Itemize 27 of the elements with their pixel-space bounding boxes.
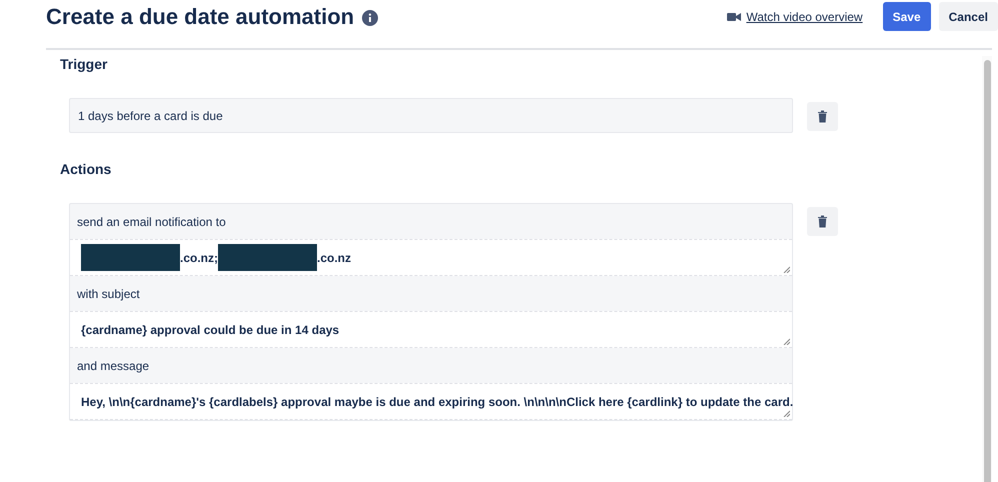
field-label: send an email notification to [76,214,227,230]
section-heading: Trigger [59,55,108,72]
text-area[interactable]: .co.nz; .co.nz [70,239,792,276]
field-label: with subject [76,286,141,302]
text-area[interactable]: Hey, \n\n{cardname}'s {cardlabels} approval maybe is due and expiring soon. \n\n\n\nClick here {cardlink} to update the card. [70,383,792,420]
info-icon [362,10,378,26]
field-text: {cardname} approval could be due in 14 days [81,322,340,336]
page-title: Create a due date automation [46,4,354,30]
delete-button[interactable] [807,102,838,131]
field-text: .co.nz [317,250,352,264]
field-text: .co.nz; [180,250,218,264]
cancel-button[interactable]: Cancel [938,2,998,31]
trash-icon [817,110,828,123]
field-label: and message [76,358,150,374]
scrollbar[interactable] [982,56,992,482]
section-heading: Actions [59,160,112,177]
resize-handle-icon[interactable] [783,410,790,417]
text-area[interactable]: {cardname} approval could be due in 14 days [70,311,792,348]
save-button[interactable]: Save [882,2,931,31]
resize-handle-icon[interactable] [783,338,790,345]
field-text: Hey, \n\n{cardname}'s {cardlabels} approval maybe is due and expiring soon. \n\n\n\nClick here {cardlink} to update the card. [81,394,794,408]
video-camera-icon [727,12,742,22]
resize-handle-icon[interactable] [783,266,790,273]
trigger-field[interactable]: 1 days before a card is due [69,98,793,133]
trash-icon [817,215,828,228]
delete-button[interactable] [807,207,838,236]
watch-video-link[interactable]: Watch video overview [727,10,863,24]
